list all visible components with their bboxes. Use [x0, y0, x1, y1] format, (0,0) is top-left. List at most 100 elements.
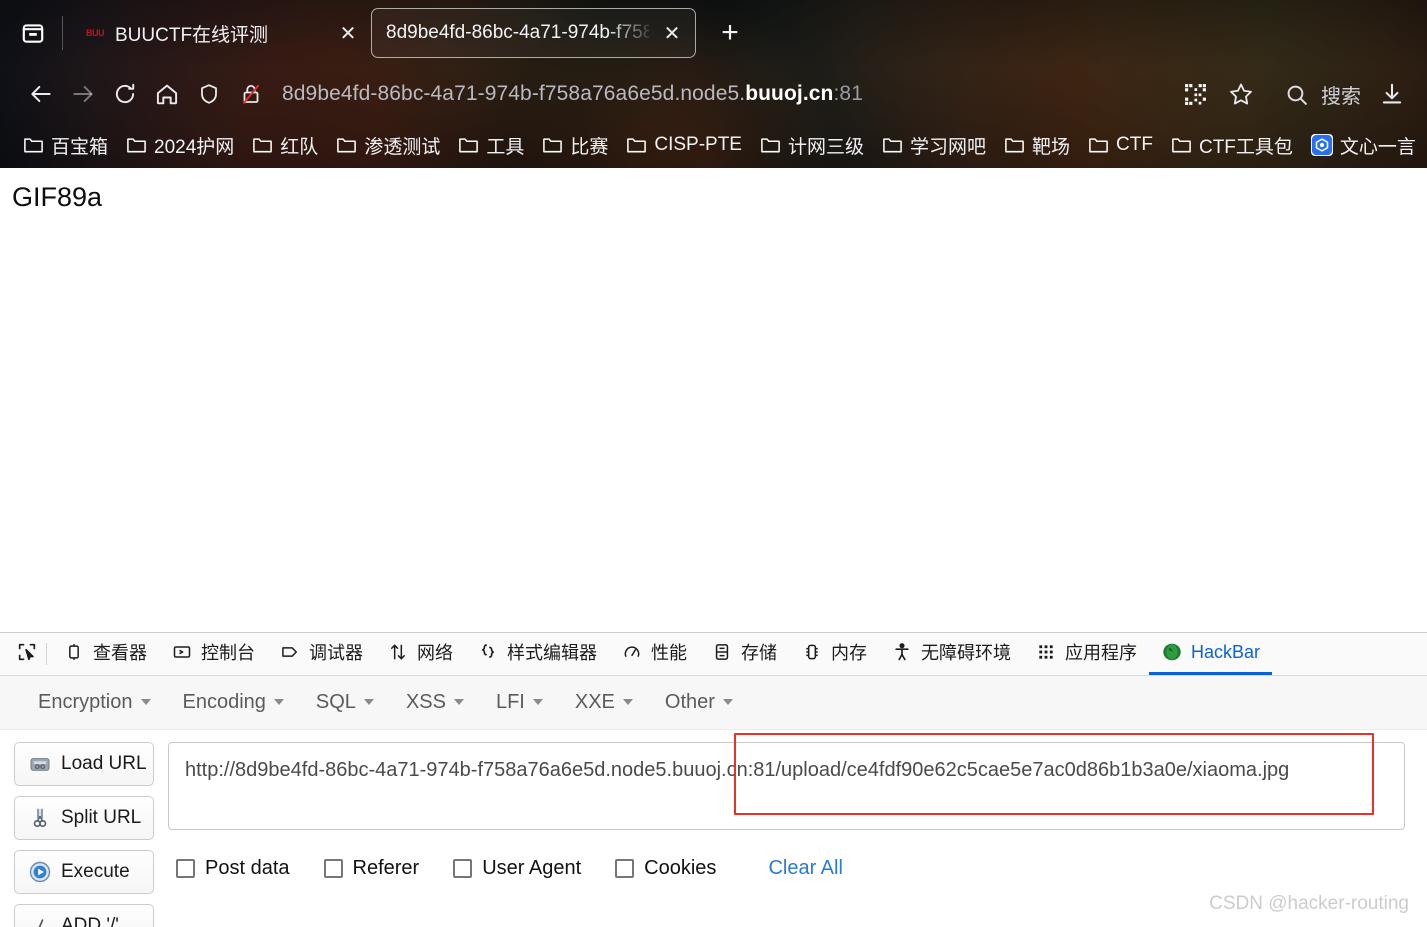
devtools-tab-storage[interactable]: 存储 — [699, 633, 789, 675]
add-slash-button[interactable]: ADD '/' — [14, 903, 154, 927]
devtools-tab-memory[interactable]: 内存 — [789, 633, 879, 675]
hackbar-menu-xxe[interactable]: XXE — [559, 685, 649, 720]
checkbox-post-data[interactable]: Post data — [176, 857, 290, 880]
bookmark-folder-8[interactable]: 学习网吧 — [873, 128, 995, 163]
folder-icon — [23, 136, 44, 154]
lock-slash-icon[interactable] — [230, 73, 272, 115]
hackbar-menu-lfi[interactable]: LFI — [480, 685, 559, 720]
hackbar-menu-sql[interactable]: SQL — [300, 685, 390, 720]
bookmark-label: 渗透测试 — [364, 136, 441, 158]
bookmark-label: 红队 — [280, 136, 319, 158]
devtools-tab-label: 性能 — [651, 643, 687, 664]
shield-icon[interactable] — [188, 73, 230, 115]
checkbox-box[interactable] — [615, 858, 635, 878]
search-input[interactable]: 搜索 — [1268, 72, 1371, 116]
bookmark-folder-11[interactable]: CTF工具包 — [1162, 128, 1302, 163]
browser-tab-active[interactable]: 8d9be4fd-86bc-4a71-974b-f758a ✕ — [371, 8, 696, 58]
devtools-tab-style-editor[interactable]: 样式编辑器 — [465, 633, 609, 675]
checkbox-box[interactable] — [176, 858, 195, 878]
folder-icon — [1088, 136, 1109, 154]
add-slash-icon — [28, 914, 52, 927]
hackbar-menu-encryption[interactable]: Encryption — [22, 685, 167, 720]
tab-strip-separator — [62, 16, 63, 50]
hackbar-menubar: Encryption Encoding SQL XSS LFI XXE Othe… — [0, 675, 1427, 730]
devtools-tab-console[interactable]: 控制台 — [159, 633, 267, 675]
devtools-tab-performance[interactable]: 性能 — [609, 633, 699, 675]
bookmark-ernie-bot[interactable]: 文心一言 — [1302, 128, 1425, 163]
folder-icon — [1171, 136, 1192, 154]
bookmarks-toolbar: 百宝箱 2024护网 红队 渗透测试 工具 比赛 CISP-PTE 计网三级 学… — [0, 122, 1427, 168]
accessibility-icon — [891, 641, 913, 663]
split-url-button[interactable]: Split URL — [14, 795, 154, 840]
execute-icon — [28, 860, 52, 884]
devtools-tab-debugger[interactable]: 调试器 — [267, 633, 375, 675]
hackbar-url-input[interactable] — [168, 741, 1405, 830]
devtools-tab-hackbar[interactable]: HackBar — [1149, 633, 1273, 675]
folder-icon — [336, 136, 357, 154]
load-url-button[interactable]: Load URL — [14, 741, 154, 786]
home-icon[interactable] — [146, 73, 188, 115]
url-bar[interactable]: 8d9be4fd-86bc-4a71-974b-f758a76a6e5d.nod… — [272, 72, 1268, 116]
hackbar-menu-xss[interactable]: XSS — [390, 685, 480, 720]
back-icon[interactable] — [20, 73, 62, 115]
download-icon[interactable] — [1371, 73, 1413, 115]
tab-list-icon[interactable] — [10, 10, 56, 56]
tab-close-icon[interactable]: ✕ — [659, 20, 685, 46]
reload-icon[interactable] — [104, 73, 146, 115]
bookmark-label: 学习网吧 — [910, 136, 987, 158]
element-picker-icon[interactable] — [4, 633, 44, 675]
folder-icon — [252, 136, 273, 154]
button-label: ADD '/' — [61, 914, 119, 927]
checkbox-label: Post data — [205, 856, 290, 879]
bookmark-folder-2[interactable]: 红队 — [243, 128, 327, 163]
devtools-tab-label: 调试器 — [309, 643, 363, 664]
star-icon[interactable] — [1220, 73, 1262, 115]
url-port: :81 — [833, 82, 863, 105]
bookmark-folder-3[interactable]: 渗透测试 — [327, 128, 449, 163]
bookmark-folder-7[interactable]: 计网三级 — [751, 128, 873, 163]
devtools-tab-accessibility[interactable]: 无障碍环境 — [879, 633, 1023, 675]
devtools-tab-label: 内存 — [831, 643, 867, 664]
bookmark-folder-0[interactable]: 百宝箱 — [14, 128, 117, 163]
bookmark-folder-1[interactable]: 2024护网 — [117, 128, 243, 163]
bookmark-label: 工具 — [486, 136, 525, 158]
new-tab-button[interactable]: + — [710, 13, 750, 53]
forward-icon[interactable] — [62, 73, 104, 115]
hackbar-menu-encoding[interactable]: Encoding — [167, 685, 300, 720]
checkbox-label: User Agent — [482, 856, 582, 879]
qr-code-icon[interactable] — [1174, 73, 1216, 115]
hackbar-options-row: Post data Referer User Agent Cookies Cle… — [168, 835, 1405, 880]
bookmark-folder-9[interactable]: 靶场 — [995, 128, 1079, 163]
menu-label: SQL — [315, 690, 356, 713]
checkbox-box[interactable] — [453, 858, 473, 878]
bookmark-label: CTF — [1116, 134, 1153, 155]
chevron-down-icon — [722, 699, 733, 706]
watermark: CSDN @hacker-routing — [1209, 893, 1409, 914]
hackbar-action-buttons: Load URL Split URL Execute ADD '/' — [14, 741, 154, 927]
checkbox-referer[interactable]: Referer — [323, 857, 419, 880]
devtools-tab-label: 应用程序 — [1065, 643, 1137, 664]
devtools-tab-label: 样式编辑器 — [507, 643, 597, 664]
tab-title: BUUCTF在线评测 — [115, 24, 269, 46]
bookmark-folder-10[interactable]: CTF — [1079, 130, 1162, 160]
checkbox-cookies[interactable]: Cookies — [615, 857, 716, 880]
tab-close-icon[interactable]: ✕ — [335, 20, 361, 46]
ernie-bot-icon — [1310, 134, 1333, 156]
bookmark-folder-5[interactable]: 比赛 — [533, 128, 617, 163]
inspector-icon — [63, 641, 85, 663]
clear-all-link[interactable]: Clear All — [768, 857, 842, 880]
devtools-tab-application[interactable]: 应用程序 — [1023, 633, 1149, 675]
bookmark-folder-4[interactable]: 工具 — [449, 128, 533, 163]
button-label: Execute — [61, 860, 130, 882]
checkbox-user-agent[interactable]: User Agent — [453, 857, 581, 880]
hackbar-menu-other[interactable]: Other — [649, 685, 749, 720]
execute-button[interactable]: Execute — [14, 849, 154, 894]
devtools-tab-label: HackBar — [1191, 641, 1261, 662]
browser-tab-buuctf[interactable]: BUU BUUCTF在线评测 ✕ — [71, 8, 371, 58]
checkbox-box[interactable] — [323, 858, 343, 878]
bookmark-folder-6[interactable]: CISP-PTE — [617, 130, 751, 160]
devtools-tab-inspector[interactable]: 查看器 — [51, 633, 159, 675]
chevron-down-icon — [622, 699, 633, 706]
url-text: 8d9be4fd-86bc-4a71-974b-f758a76a6e5d.nod… — [282, 82, 863, 106]
devtools-tab-network[interactable]: 网络 — [375, 633, 465, 675]
